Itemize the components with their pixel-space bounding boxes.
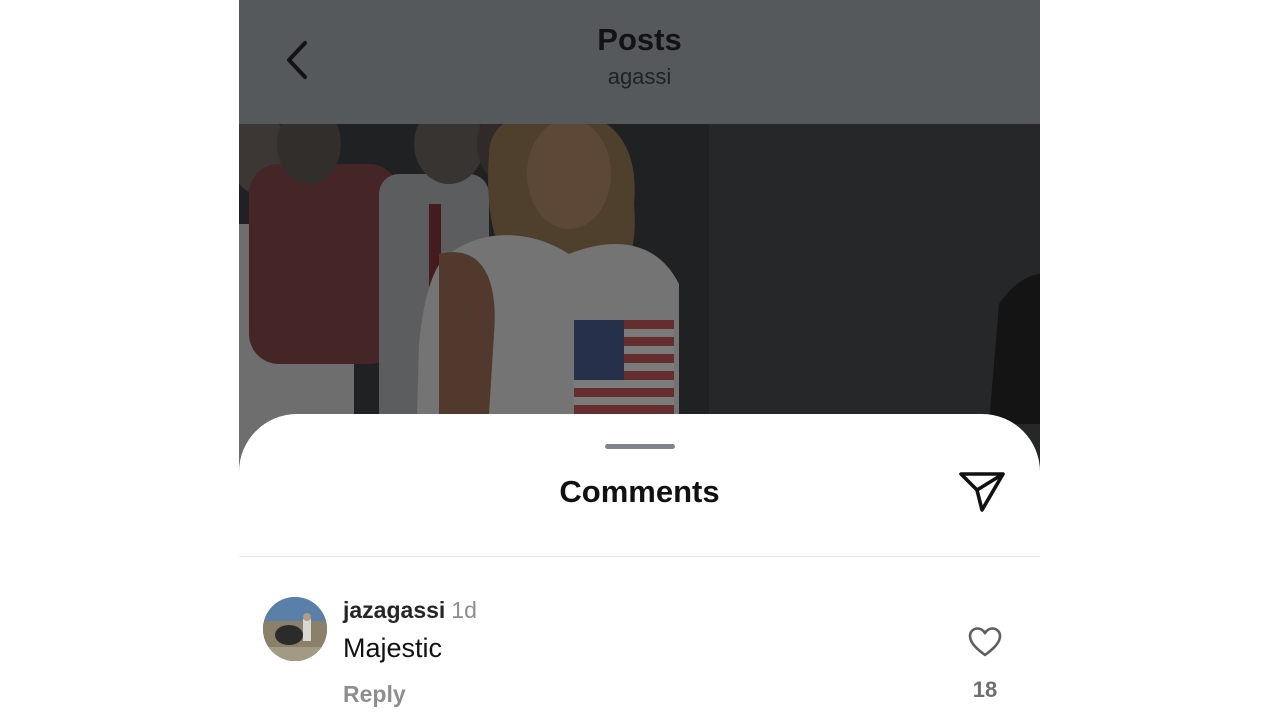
page-title: Posts — [597, 22, 682, 57]
like-count: 18 — [972, 677, 998, 702]
sheet-divider — [239, 556, 1040, 557]
share-button[interactable] — [955, 468, 1009, 516]
avatar[interactable] — [263, 597, 327, 661]
comments-title: Comments — [559, 474, 720, 509]
like-button[interactable] — [965, 622, 1005, 662]
account-name: agassi — [607, 64, 672, 89]
reply-button[interactable]: Reply — [343, 681, 406, 708]
avatar-photo — [263, 597, 327, 661]
sheet-grabber[interactable] — [605, 444, 675, 449]
comment-author[interactable]: jazagassi 1d — [343, 597, 477, 624]
paper-plane-icon — [959, 472, 1005, 512]
comment-time: 1d — [451, 597, 477, 623]
heart-outline-icon — [968, 627, 1002, 657]
comment-username[interactable]: jazagassi — [343, 597, 445, 623]
comments-sheet: Comments jazagassi 1d Majestic Reply 18 — [239, 414, 1040, 720]
comment-text: Majestic — [343, 633, 443, 663]
top-bar: Posts agassi — [239, 0, 1040, 124]
app-screen: Posts agassi Comments jazagassi 1d Majes… — [239, 0, 1040, 720]
